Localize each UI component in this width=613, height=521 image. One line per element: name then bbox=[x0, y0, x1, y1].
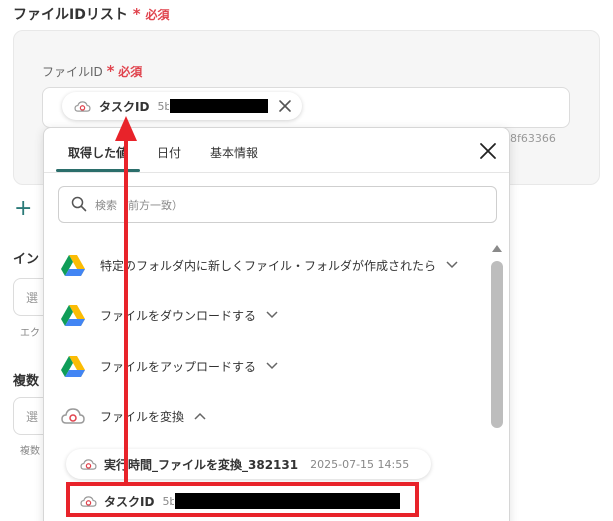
chevron-down-icon bbox=[266, 311, 278, 319]
side-label-1: イン bbox=[13, 252, 40, 267]
chevron-up-icon bbox=[194, 412, 206, 420]
chevron-down-icon bbox=[446, 261, 458, 269]
cloud-convert-icon bbox=[74, 100, 91, 112]
google-drive-icon bbox=[60, 354, 86, 378]
list-item-upload-file[interactable]: ファイルをアップロードする bbox=[60, 351, 278, 381]
tab-date[interactable]: 日付 bbox=[157, 144, 181, 161]
selected-value-chip[interactable]: タスクID 5b bbox=[62, 92, 302, 120]
scrollbar-thumb[interactable] bbox=[491, 261, 503, 428]
redacted-value bbox=[170, 99, 269, 113]
value-picker-dropdown: 取得した値 日付 基本情報 特定のフォルダ内に新しくファイル・フォルダが作成され… bbox=[43, 127, 510, 521]
list-item-download-file[interactable]: ファイルをダウンロードする bbox=[60, 300, 278, 330]
add-icon[interactable]: + bbox=[14, 198, 32, 220]
cloud-convert-icon bbox=[60, 404, 86, 428]
scroll-up-arrow[interactable] bbox=[492, 245, 502, 252]
google-drive-icon bbox=[60, 303, 86, 327]
tab-basic-info[interactable]: 基本情報 bbox=[210, 144, 258, 161]
side-input-1[interactable]: 選 bbox=[13, 278, 47, 316]
search-icon bbox=[71, 196, 87, 212]
cloud-convert-icon bbox=[80, 458, 97, 470]
search-input[interactable] bbox=[95, 195, 475, 215]
highlight-box bbox=[66, 482, 419, 517]
tab-acquired-values[interactable]: 取得した値 bbox=[68, 144, 128, 161]
close-icon[interactable] bbox=[276, 97, 294, 115]
file-id-label: ファイルID * 必須 bbox=[42, 62, 143, 80]
search-box[interactable] bbox=[58, 186, 497, 223]
active-tab-indicator bbox=[56, 169, 140, 172]
side-help-2: 複数 bbox=[20, 446, 40, 457]
google-drive-icon bbox=[60, 253, 86, 277]
side-label-2: 複数 bbox=[13, 374, 40, 389]
side-help-1: エク bbox=[20, 328, 40, 339]
sub-item-execution-time[interactable]: 実行時間_ファイルを変換_382131 2025-07-15 14:55 bbox=[66, 449, 431, 479]
side-input-2[interactable]: 選 bbox=[13, 397, 47, 435]
background-hash-text: 8f63366 bbox=[510, 132, 556, 145]
list-item-trigger-new-file[interactable]: 特定のフォルダ内に新しくファイル・フォルダが作成されたら bbox=[60, 250, 458, 280]
tab-bar: 取得した値 日付 基本情報 bbox=[44, 128, 509, 173]
section-title: ファイルIDリスト * 必須 bbox=[13, 5, 170, 23]
list-item-convert-file[interactable]: ファイルを変換 bbox=[60, 401, 206, 431]
close-icon[interactable] bbox=[478, 141, 498, 161]
chevron-down-icon bbox=[266, 362, 278, 370]
chip-value: 5b bbox=[157, 99, 170, 113]
chip-label: タスクID bbox=[99, 99, 150, 114]
